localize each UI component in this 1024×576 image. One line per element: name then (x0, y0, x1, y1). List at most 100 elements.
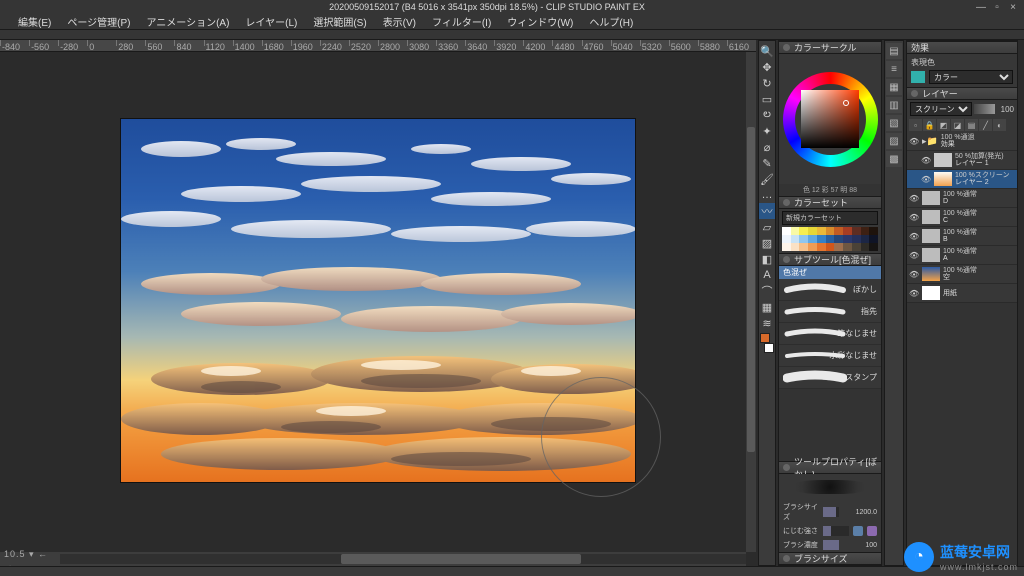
swatch[interactable] (791, 235, 800, 243)
menu-selection[interactable]: 選択範囲(S) (305, 13, 374, 30)
menu-page[interactable]: ページ管理(P) (59, 13, 138, 30)
swatch[interactable] (826, 227, 835, 235)
color-wheel[interactable] (779, 54, 881, 184)
swatch[interactable] (808, 243, 817, 251)
menu-view[interactable]: 表示(V) (375, 13, 424, 30)
autoaction-icon[interactable]: ▩ (886, 151, 902, 167)
menu-filter[interactable]: フィルター(I) (424, 13, 499, 30)
subtool-item[interactable]: 筆なじませ (779, 323, 881, 345)
history-icon[interactable]: ≡ (886, 61, 902, 77)
menu-animation[interactable]: アニメーション(A) (138, 13, 237, 30)
mask-icon[interactable]: ▤ (965, 119, 978, 131)
subtool-item[interactable]: 水彩なじませ (779, 345, 881, 367)
eyedropper-icon[interactable]: ⌀ (759, 139, 775, 155)
color-set-dropdown[interactable]: 新規カラーセット (782, 211, 878, 225)
clip-icon[interactable]: ◩ (937, 119, 950, 131)
layer-item[interactable]: 👁100 %通常A (907, 246, 1017, 265)
frame-icon[interactable]: ▦ (759, 299, 775, 315)
lock-transparent-icon[interactable]: ▫ (909, 119, 922, 131)
prop-brush-density[interactable]: ブラシ濃度 100 (783, 540, 877, 550)
swatch[interactable] (834, 243, 843, 251)
swatch[interactable] (782, 235, 791, 243)
swatch[interactable] (817, 243, 826, 251)
subtool-item[interactable]: 指先 (779, 301, 881, 323)
swatch[interactable] (843, 235, 852, 243)
swatch[interactable] (861, 227, 870, 235)
swatch[interactable] (852, 243, 861, 251)
info-icon[interactable]: ▦ (886, 79, 902, 95)
reference-icon[interactable]: ◪ (951, 119, 964, 131)
swatch[interactable] (869, 227, 878, 235)
swatch[interactable] (808, 227, 817, 235)
palette-icon[interactable]: ◐ (993, 119, 1006, 131)
swatch[interactable] (826, 243, 835, 251)
layer-icon[interactable]: ▥ (886, 97, 902, 113)
layer-group[interactable]: 👁▸📁100 %通過効果 (907, 132, 1017, 151)
gradient-icon[interactable]: ◧ (759, 251, 775, 267)
menu-edit[interactable]: 編集(E) (10, 13, 59, 30)
swatch[interactable] (782, 243, 791, 251)
prop-blend-strength[interactable]: にじむ強さ (783, 526, 877, 536)
swatch[interactable] (799, 235, 808, 243)
airbrush-icon[interactable]: … (759, 187, 775, 203)
swatch[interactable] (826, 235, 835, 243)
select-rect-icon[interactable]: ▭ (759, 91, 775, 107)
color-swap[interactable] (760, 333, 774, 353)
minimize-button[interactable]: — (974, 1, 988, 13)
ruler-layer-icon[interactable]: ╱ (979, 119, 992, 131)
blend-icon[interactable]: 〰 (759, 203, 775, 219)
swatch[interactable] (799, 243, 808, 251)
subtool-item[interactable]: コピースタンプ (779, 367, 881, 389)
pen-icon[interactable]: ✎ (759, 155, 775, 171)
layer-item[interactable]: 👁用紙 (907, 284, 1017, 303)
maximize-button[interactable]: ▫ (990, 1, 1004, 13)
brush-icon[interactable]: 🖌 (759, 171, 775, 187)
blend-mode-select[interactable]: スクリーン (910, 102, 972, 116)
swatch[interactable] (791, 227, 800, 235)
swatch[interactable] (852, 235, 861, 243)
layer-item[interactable]: 👁50 %加算(発光)レイヤー 1 (907, 151, 1017, 170)
prop-brush-size[interactable]: ブラシサイズ 1200.0 (783, 502, 877, 522)
opacity-slider[interactable] (974, 104, 995, 114)
swatch[interactable] (869, 243, 878, 251)
fill-icon[interactable]: ▨ (759, 235, 775, 251)
swatch[interactable] (791, 243, 800, 251)
text-icon[interactable]: A (759, 267, 775, 283)
swatch[interactable] (817, 235, 826, 243)
zoom-icon[interactable]: 🔍 (759, 43, 775, 59)
color-swatches[interactable] (782, 227, 878, 251)
eraser-icon[interactable]: ▱ (759, 219, 775, 235)
swatch[interactable] (808, 235, 817, 243)
swatch[interactable] (869, 235, 878, 243)
scrollbar-horizontal[interactable] (60, 554, 746, 564)
move-icon[interactable]: ✥ (759, 59, 775, 75)
subtool-item[interactable]: ぼかし (779, 279, 881, 301)
swatch[interactable] (782, 227, 791, 235)
correction-icon[interactable]: ≋ (759, 315, 775, 331)
swatch[interactable] (799, 227, 808, 235)
wand-icon[interactable]: ✦ (759, 123, 775, 139)
navigator-icon[interactable]: ▤ (886, 43, 902, 59)
canvas[interactable] (121, 119, 635, 482)
rotate-icon[interactable]: ↻ (759, 75, 775, 91)
swatch[interactable] (861, 243, 870, 251)
material-icon[interactable]: ▧ (886, 115, 902, 131)
menu-help[interactable]: ヘルプ(H) (581, 13, 641, 30)
swatch[interactable] (834, 227, 843, 235)
layer-item[interactable]: 👁100 %通常D (907, 189, 1017, 208)
lasso-icon[interactable]: ల (759, 107, 775, 123)
menu-layer[interactable]: レイヤー(L) (237, 13, 305, 30)
layer-item[interactable]: 👁100 %通常B (907, 227, 1017, 246)
layer-item[interactable]: 👁100 %通常C (907, 208, 1017, 227)
layer-item[interactable]: 👁100 %通常空 (907, 265, 1017, 284)
expression-color-select[interactable]: カラー (929, 70, 1013, 84)
close-button[interactable]: × (1006, 1, 1020, 13)
swatch[interactable] (843, 243, 852, 251)
timeline-icon[interactable]: ▨ (886, 133, 902, 149)
menu-window[interactable]: ウィンドウ(W) (499, 13, 581, 30)
subtool-group[interactable]: 色混ぜ (779, 266, 881, 279)
ruler-icon[interactable]: ⌒ (759, 283, 775, 299)
scrollbar-vertical[interactable] (746, 52, 756, 552)
swatch[interactable] (834, 235, 843, 243)
swatch[interactable] (852, 227, 861, 235)
